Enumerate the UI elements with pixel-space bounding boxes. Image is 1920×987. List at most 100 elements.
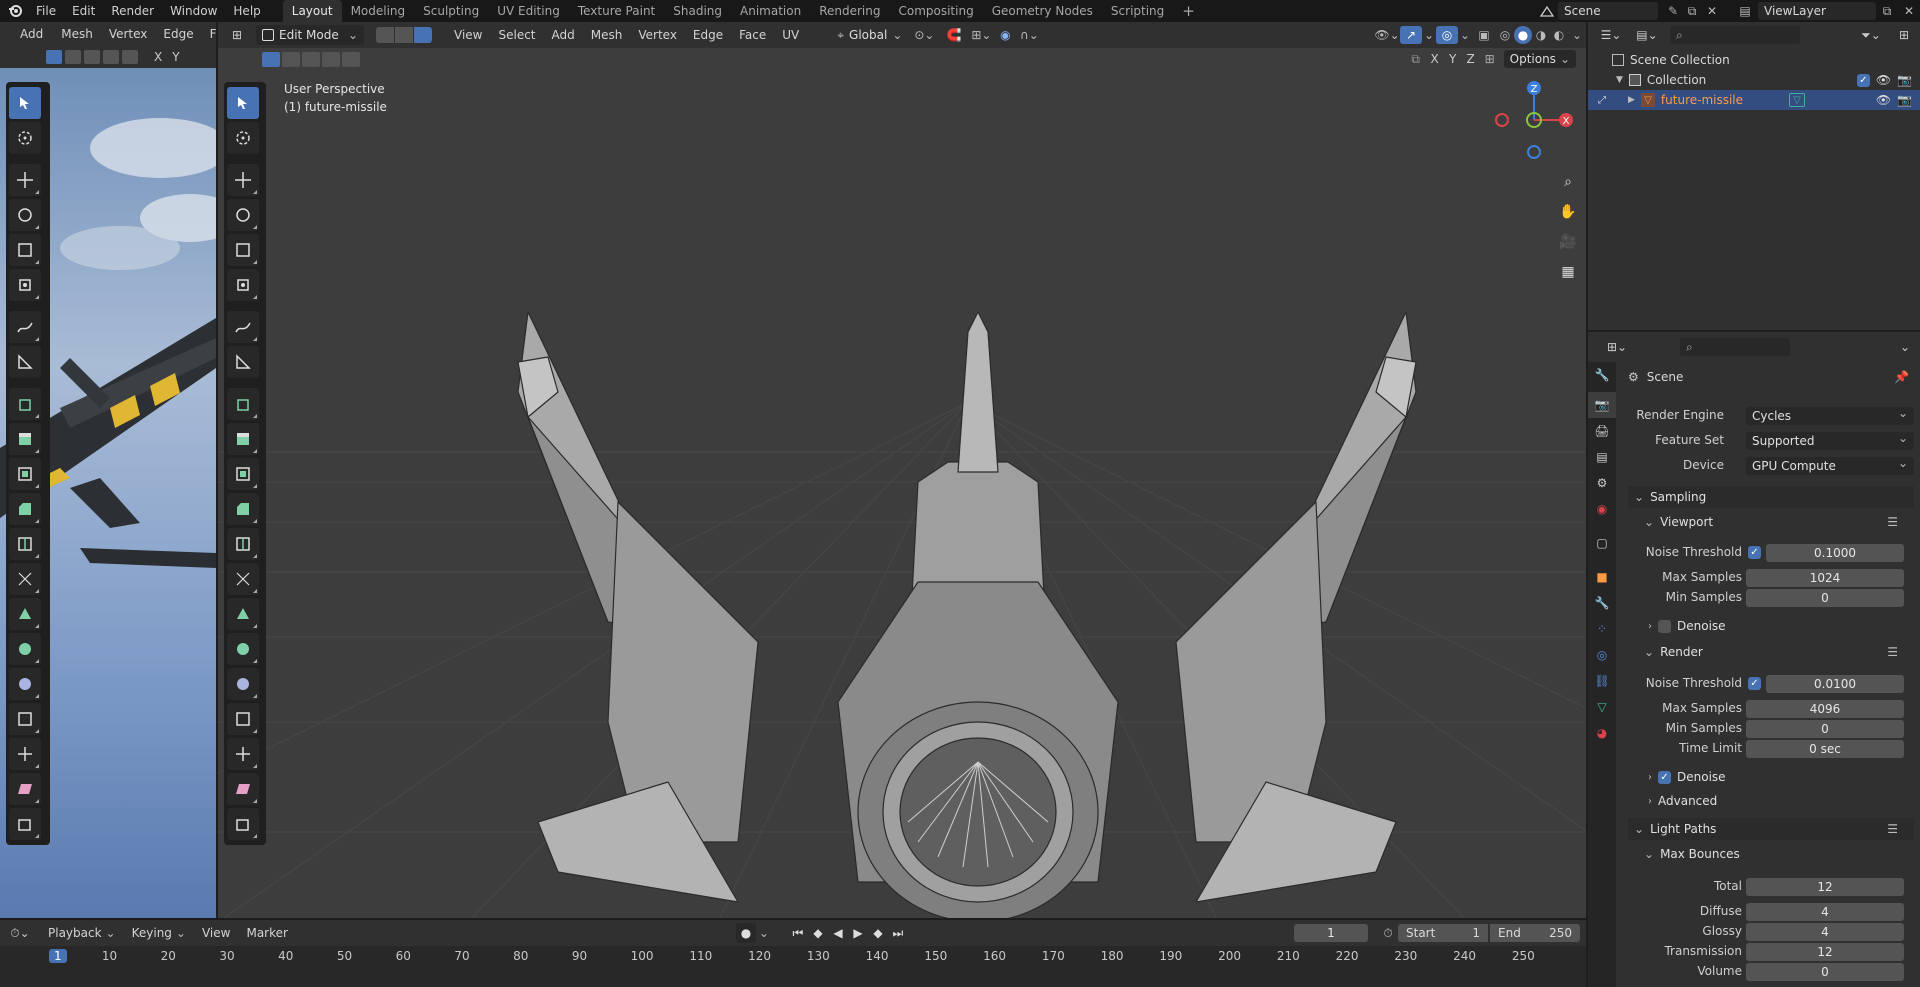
shear-icon[interactable] [227,773,259,805]
tab-rendering[interactable]: Rendering [810,0,889,22]
select-invert-icon[interactable] [322,51,340,67]
editor-type-icon[interactable]: ⊞ [218,28,256,42]
max-bounces-subpanel-header[interactable]: ⌄ Max Bounces [1644,844,1740,864]
end-frame-field[interactable]: End 250 [1490,924,1580,942]
outliner-editor-icon[interactable]: ☰⌄ [1598,28,1624,42]
viewport-subpanel-header[interactable]: ⌄ Viewport ☰ [1644,512,1914,532]
viewport-max-samples-field[interactable]: 1024 [1746,569,1904,587]
edge-slide-icon[interactable] [227,703,259,735]
sampling-panel-header[interactable]: ⌄ Sampling [1628,486,1914,508]
render-noise-threshold-field[interactable]: 0.0100 [1766,675,1904,693]
orientation-dropdown[interactable]: ⌖ Global ⌄ [831,25,908,45]
render-tab-icon[interactable]: 📷 [1588,392,1616,418]
left-extrude-icon[interactable] [9,423,41,455]
time-limit-field[interactable]: 0 sec [1746,740,1904,758]
select-mode-icon[interactable] [46,50,62,64]
vertex-select-icon[interactable] [376,27,394,43]
menu-add[interactable]: Add [544,22,583,48]
navigation-gizmo[interactable]: Z X [1486,74,1582,170]
collection-visibility-icon[interactable]: 👁 [1876,73,1891,87]
diffuse-bounces-field[interactable]: 4 [1746,903,1904,921]
falloff-icon[interactable]: ∩⌄ [1016,28,1042,42]
viewport-noise-threshold-checkbox[interactable]: ✓ [1748,546,1761,559]
tool-tab-icon[interactable]: 🔧 [1588,362,1616,388]
frame-ruler[interactable]: 1 10 20 30 40 50 60 70 80 90 100 110 120 130 140 150 160… [0,946,1586,987]
timeline-menu-keying[interactable]: Keying ⌄ [124,920,194,946]
left-poly-build-icon[interactable] [9,598,41,630]
menu-face[interactable]: Face [731,22,774,48]
list-options-icon[interactable]: ☰ [1887,515,1898,529]
object-visibility-icon[interactable]: 👁 [1876,93,1891,107]
mesh-data-icon[interactable]: ▽ [1789,93,1806,107]
modifier-tab-icon[interactable]: 🔧 [1588,590,1616,616]
left-scale-icon[interactable] [9,234,41,266]
ortho-toggle-icon[interactable]: ▦ [1556,260,1580,284]
snap-icon[interactable]: 🧲 [940,28,968,42]
snap-target-icon[interactable]: ⊞⌄ [968,28,994,42]
left-edge-slide-icon[interactable] [9,703,41,735]
object-render-icon[interactable]: 📷 [1897,93,1912,107]
left-axis-x[interactable]: X [154,50,162,64]
particles-tab-icon[interactable]: ⁘ [1588,616,1616,642]
physics-tab-icon[interactable]: ◎ [1588,642,1616,668]
expand-arrow-icon[interactable]: ▶ [1628,95,1635,105]
select-intersect-icon[interactable] [342,51,360,67]
render-max-samples-field[interactable]: 4096 [1746,700,1904,718]
left-menu-edge[interactable]: Edge [155,22,201,47]
add-cube-icon[interactable] [227,388,259,420]
xray-icon[interactable]: ▣ [1472,28,1496,42]
rotate-icon[interactable] [227,199,259,231]
left-knife-icon[interactable] [9,563,41,595]
left-smooth-icon[interactable] [9,668,41,700]
axis-x-toggle[interactable]: X [1426,52,1444,66]
pin-icon[interactable]: ✎ [1664,4,1682,18]
inset-faces-icon[interactable] [227,458,259,490]
collection-tab-icon[interactable]: ▢ [1588,530,1616,556]
wireframe-shading-icon[interactable]: ◎ [1496,28,1514,42]
left-inset-icon[interactable] [9,458,41,490]
gizmo-toggle-icon[interactable]: ↗ [1400,26,1422,44]
left-add-cube-icon[interactable] [9,388,41,420]
gizmo-dropdown-icon[interactable]: ⌄ [1422,28,1436,42]
advanced-subpanel[interactable]: › Advanced [1648,792,1717,810]
record-options-icon[interactable]: ⌄ [756,926,772,940]
loop-cut-icon[interactable] [227,528,259,560]
feature-set-dropdown[interactable]: Supported [1746,429,1914,450]
spin-icon[interactable] [227,633,259,665]
select-new-icon[interactable] [262,51,280,67]
menu-file[interactable]: File [28,0,64,22]
delete-scene-icon[interactable]: ✕ [1702,4,1722,18]
axis-z-toggle[interactable]: Z [1462,52,1480,66]
timeline-editor-icon[interactable]: ⏱⌄ [0,926,40,941]
render-denoise-subpanel[interactable]: › ✓ Denoise [1648,768,1726,786]
tab-scripting[interactable]: Scripting [1102,0,1173,22]
tab-animation[interactable]: Animation [731,0,810,22]
menu-render[interactable]: Render [103,0,162,22]
pan-hand-icon[interactable]: ✋ [1556,200,1580,224]
glossy-bounces-field[interactable]: 4 [1746,923,1904,941]
render-min-samples-field[interactable]: 0 [1746,720,1904,738]
mesh-options-icon[interactable]: ⊞ [1480,52,1500,66]
bevel-icon[interactable] [227,493,259,525]
left-rip-icon[interactable] [9,808,41,840]
zoom-icon[interactable]: ⌕ [1556,170,1580,194]
viewport-noise-threshold-field[interactable]: 0.1000 [1766,544,1904,562]
collection-render-icon[interactable]: 📷 [1897,73,1912,87]
world-tab-icon[interactable]: ◉ [1588,496,1616,522]
new-scene-icon[interactable]: ⧉ [1682,4,1702,19]
preview-range-icon[interactable]: ⏱ [1378,926,1398,941]
menu-edge[interactable]: Edge [685,22,731,48]
knife-icon[interactable] [227,563,259,595]
properties-search-field[interactable]: ⌕ [1680,338,1790,356]
object-tab-icon[interactable]: ■ [1588,564,1616,590]
left-rotate-icon[interactable] [9,199,41,231]
constraints-tab-icon[interactable]: ⛓ [1588,668,1616,694]
menu-help[interactable]: Help [225,0,268,22]
face-select-icon[interactable] [414,27,432,43]
light-paths-panel-header[interactable]: ⌄ Light Paths ☰ [1628,818,1914,840]
viewport-denoise-subpanel[interactable]: › Denoise [1648,617,1726,635]
axis-y-toggle[interactable]: Y [1444,52,1462,66]
menu-window[interactable]: Window [162,0,225,22]
left-cursor-icon[interactable] [9,122,41,154]
left-shear-icon[interactable] [9,773,41,805]
